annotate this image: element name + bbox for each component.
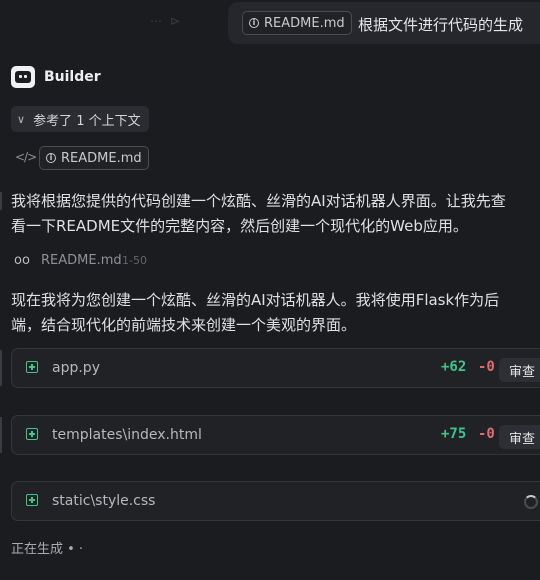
file-card[interactable]: app.py +62 -0 审查	[11, 348, 540, 388]
generation-status: 正在生成 • ·	[11, 542, 84, 557]
file-card[interactable]: static\style.css	[11, 481, 540, 521]
scroll-marker	[0, 350, 2, 386]
info-icon: i	[46, 153, 56, 163]
user-message-bubble: i README.md 根据文件进行代码的生成	[228, 2, 540, 44]
builder-avatar-icon	[11, 66, 35, 88]
review-button[interactable]: 审查	[499, 425, 540, 449]
info-icon: i	[249, 18, 259, 28]
paragraph-line: 现在我将为您创建一个炫酷、丝滑的AI对话机器人。我将使用Flask作为后	[11, 291, 500, 309]
paragraph-line: 端，结合现代化的前端技术来创建一个美观的界面。	[11, 316, 357, 334]
user-message-text: 根据文件进行代码的生成	[358, 16, 524, 34]
file-name: static\style.css	[52, 493, 156, 509]
chevron-down-icon: ∨	[17, 112, 26, 126]
code-icon: </>	[15, 150, 37, 164]
file-added-icon	[26, 428, 38, 440]
read-file-range: 1-50	[122, 254, 147, 267]
additions-count: +75	[441, 426, 467, 442]
file-name: app.py	[52, 360, 100, 376]
faded-toolbar: ⋯ ⊳	[150, 14, 182, 28]
assistant-name: Builder	[44, 69, 101, 85]
context-file-label: README.md	[61, 150, 142, 166]
attachment-chip[interactable]: i README.md	[242, 11, 352, 35]
review-button[interactable]: 审查	[499, 358, 540, 382]
context-toggle-label: 参考了 1 个上下文	[33, 113, 141, 129]
scroll-marker	[0, 417, 2, 453]
attachment-label: README.md	[264, 15, 345, 31]
deletions-count: -0	[478, 426, 495, 442]
file-added-icon	[26, 494, 38, 506]
response-paragraph-1: 我将根据您提供的代码创建一个炫酷、丝滑的AI对话机器人界面。让我先查 看一下RE…	[11, 189, 540, 239]
scroll-marker	[0, 192, 2, 210]
additions-count: +62	[441, 359, 467, 375]
paragraph-line: 看一下README文件的完整内容，然后创建一个现代化的Web应用。	[11, 217, 468, 235]
paragraph-line: 我将根据您提供的代码创建一个炫酷、丝滑的AI对话机器人界面。让我先查	[11, 192, 506, 210]
context-toggle[interactable]: ∨ 参考了 1 个上下文	[11, 106, 149, 132]
file-card[interactable]: templates\index.html +75 -0 审查	[11, 415, 540, 455]
deletions-count: -0	[478, 359, 495, 375]
file-name: templates\index.html	[52, 427, 202, 443]
glasses-icon: oo	[14, 253, 30, 268]
file-added-icon	[26, 361, 38, 373]
read-file-name[interactable]: README.md	[41, 253, 122, 268]
context-file-chip[interactable]: i README.md	[39, 146, 149, 170]
loading-spinner-icon	[524, 495, 538, 509]
response-paragraph-2: 现在我将为您创建一个炫酷、丝滑的AI对话机器人。我将使用Flask作为后 端，结…	[11, 288, 540, 338]
